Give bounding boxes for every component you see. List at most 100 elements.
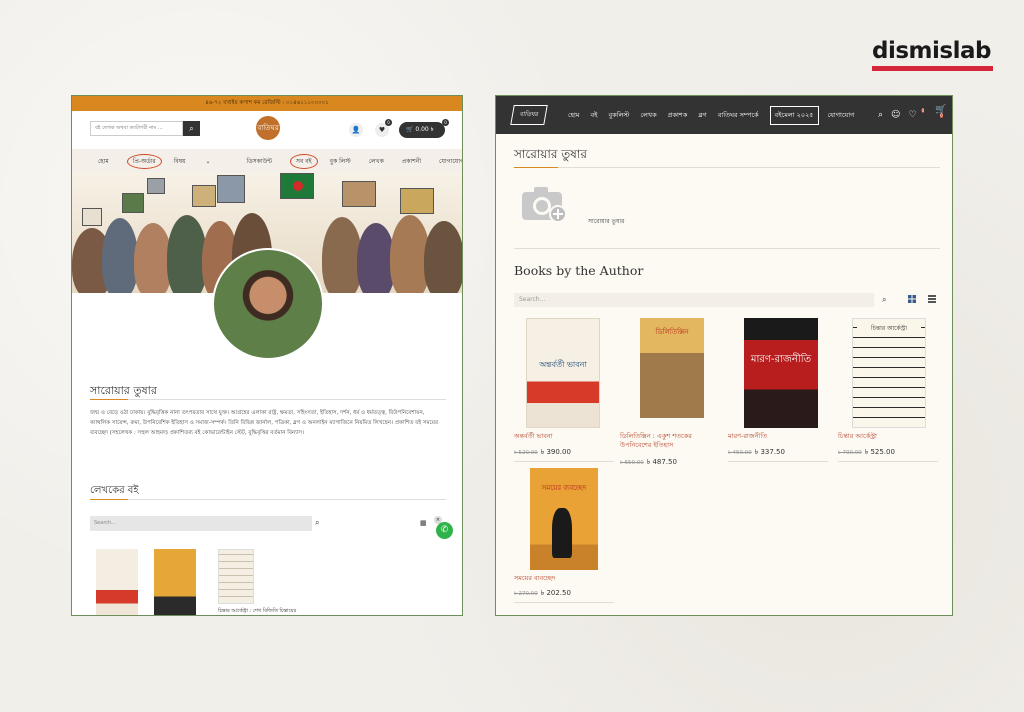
divider-accent xyxy=(90,499,128,500)
nav-discount[interactable]: ডিসকাউন্ট xyxy=(247,156,272,167)
divider xyxy=(728,461,828,462)
divider xyxy=(838,461,938,462)
book-filter-input[interactable]: Search... xyxy=(90,516,312,531)
nav-preorder[interactable]: প্রি-অর্ডার xyxy=(126,153,162,169)
protest-sign xyxy=(217,175,245,203)
wishlist-badge: 0 xyxy=(921,108,925,113)
nav-all-books[interactable]: সব বই xyxy=(289,153,318,169)
cover-figure xyxy=(552,508,572,558)
nav-author[interactable]: লেখক xyxy=(640,110,656,121)
book-price: ৳ 450.00 ৳ 337.50 xyxy=(728,448,785,456)
cart-badge: 0 xyxy=(442,119,449,126)
divider xyxy=(514,248,940,249)
book-cover[interactable] xyxy=(218,549,254,604)
whatsapp-icon[interactable]: ✆ xyxy=(436,522,453,539)
book-cover[interactable] xyxy=(96,549,138,615)
brand-underline xyxy=(872,66,993,71)
search-icon: ⌕ xyxy=(189,124,194,133)
nav-publisher[interactable]: প্রকাশক xyxy=(668,110,688,121)
protest-sign xyxy=(82,208,102,226)
book-title[interactable]: সময়ের ব্যবচ্ছেদ xyxy=(514,574,610,583)
divider-accent xyxy=(514,167,558,168)
book-card[interactable]: সময়ের ব্যবচ্ছেদ সময়ের ব্যবচ্ছেদ ৳ 270.… xyxy=(514,468,614,615)
book-title[interactable]: চিন্তার আর্কেস্ট্রা xyxy=(838,432,934,441)
site-logo[interactable]: বাতিঘর xyxy=(510,105,548,125)
divider xyxy=(514,167,940,168)
cart-icon[interactable]: 🛒0 xyxy=(935,105,946,125)
heart-icon[interactable]: ♡ 0 xyxy=(908,108,927,120)
nav-about[interactable]: বাতিঘর সম্পর্কে xyxy=(718,110,759,121)
book-price: ৳ 650.00 ৳ 487.50 xyxy=(620,458,677,466)
nav-booklist[interactable]: বুক লিস্ট xyxy=(330,156,351,167)
divider xyxy=(514,461,614,462)
nav-subject[interactable]: বিষয় ⌄ xyxy=(174,156,229,167)
main-nav: হোম প্রি-অর্ডার বিষয় ⌄ ডিসকাউন্ট সব বই … xyxy=(72,149,462,173)
nav-publisher[interactable]: প্রকাশনী xyxy=(402,156,421,167)
book-cover[interactable]: সময়ের ব্যবচ্ছেদ xyxy=(530,468,598,570)
list-view-icon[interactable] xyxy=(928,295,936,303)
nav-home[interactable]: হোম xyxy=(568,110,580,121)
books-heading: লেখকের বই xyxy=(90,485,139,496)
book-cover[interactable]: মারণ-রাজনীতি xyxy=(744,318,818,428)
book-card[interactable]: চিন্তার আর্কেস্ট্রা চিন্তার আর্কেস্ট্রা … xyxy=(838,318,938,468)
site-header: বই লেখক অথবা ক্যাটাগরী নাম ... ⌕ বাতিঘর … xyxy=(72,111,462,149)
protest-sign xyxy=(147,178,165,194)
top-announcement-bar: ৪৬-৭২ যখাইয় কপাশ কম রেজিস্টি : ০১৪৬১১১০… xyxy=(72,96,462,111)
divider xyxy=(90,399,446,400)
book-title[interactable]: মারণ-রাজনীতি xyxy=(728,432,824,441)
crowd-figure xyxy=(424,221,462,293)
account-icon[interactable]: ☺ xyxy=(891,110,900,120)
book-price: ৳ 270.00 ৳ 202.50 xyxy=(514,589,571,597)
nav-home[interactable]: হোম xyxy=(98,156,109,167)
nav-booklist[interactable]: বুকলিস্ট xyxy=(609,110,630,121)
search-icon[interactable]: ⌕ xyxy=(878,110,883,120)
nav-books[interactable]: বই xyxy=(591,110,598,121)
book-card[interactable]: ডিলিতিক্সিন ডিলিতিক্সিন : একুশ শতকের উপন… xyxy=(620,318,720,468)
search-icon[interactable]: ⌕ xyxy=(882,295,886,305)
cart-button[interactable]: 🛒 0.00 ৳ xyxy=(399,122,445,138)
nav-contact[interactable]: যোগাযোগ xyxy=(828,110,855,121)
author-name: সারোয়ার তুষার xyxy=(514,147,587,161)
crowd-figure xyxy=(102,218,138,293)
divider xyxy=(90,499,446,500)
search-icon[interactable]: ⌕ xyxy=(315,518,319,528)
book-price: ৳ 520.00 ৳ 390.00 xyxy=(514,448,571,456)
account-icon[interactable]: 👤 xyxy=(349,123,363,137)
nav-author[interactable]: লেখক xyxy=(369,156,384,167)
book-caption[interactable]: চিন্তার আর্কেস্ট্রা : শেখ বিজিতি চিন্তায… xyxy=(218,608,298,615)
book-title[interactable]: ডিলিতিক্সিন : একুশ শতকের উপনিবেশের ইতিহা… xyxy=(620,432,716,450)
grid-view-icon[interactable]: ▦ xyxy=(420,519,427,527)
main-nav: হোম বই বুকলিস্ট লেখক প্রকাশক ব্লগ বাতিঘর… xyxy=(568,96,865,134)
nav-blog[interactable]: ব্লগ xyxy=(698,110,706,121)
site-header: বাতিঘর হোম বই বুকলিস্ট লেখক প্রকাশক ব্লগ… xyxy=(496,96,952,134)
site-logo[interactable]: বাতিঘর xyxy=(256,116,280,140)
book-price: ৳ 700.00 ৳ 525.00 xyxy=(838,448,895,456)
book-cover[interactable]: চিন্তার আর্কেস্ট্রা xyxy=(852,318,926,428)
book-cover[interactable]: ডিলিতিক্সিন xyxy=(640,318,704,418)
right-screenshot-panel: বাতিঘর হোম বই বুকলিস্ট লেখক প্রকাশক ব্লগ… xyxy=(495,95,953,616)
grid-view-icon[interactable] xyxy=(908,295,916,303)
search-input[interactable]: বই লেখক অথবা ক্যাটাগরী নাম ... xyxy=(90,121,183,136)
protest-sign xyxy=(400,188,434,214)
book-cover[interactable]: অন্তর্বর্তী ভাবনা xyxy=(526,318,600,428)
photo-label: সারোয়ার তুষার xyxy=(588,218,625,225)
book-filter-input[interactable]: Search... xyxy=(514,293,874,307)
camera-placeholder-icon xyxy=(522,187,567,223)
brand-logo: dismislab xyxy=(872,38,991,64)
divider-accent xyxy=(90,399,128,400)
cart-total: 0.00 ৳ xyxy=(415,126,434,133)
author-bio: জন্ম ও বেড়ে ওঠা ঢাকায়। বুদ্ধিবৃত্তিক ন… xyxy=(90,410,439,436)
search-button[interactable]: ⌕ xyxy=(183,121,200,136)
divider xyxy=(514,602,614,603)
crowd-figure xyxy=(322,217,362,293)
nav-boimela[interactable]: বইমেলা ২০২৫ xyxy=(769,105,819,125)
book-cover[interactable] xyxy=(154,549,196,615)
book-card[interactable]: অন্তর্বর্তী ভাবনা অন্তর্বর্তী ভাবনা ৳ 52… xyxy=(514,318,614,468)
book-title[interactable]: অন্তর্বর্তী ভাবনা xyxy=(514,432,610,441)
protest-sign xyxy=(192,185,216,207)
author-avatar xyxy=(212,248,324,360)
flag-circle xyxy=(293,181,303,191)
nav-contact[interactable]: যোগাযোগ xyxy=(439,156,462,167)
book-card[interactable]: মারণ-রাজনীতি মারণ-রাজনীতি ৳ 450.00 ৳ 337.… xyxy=(728,318,828,468)
books-heading: Books by the Author xyxy=(514,263,644,278)
